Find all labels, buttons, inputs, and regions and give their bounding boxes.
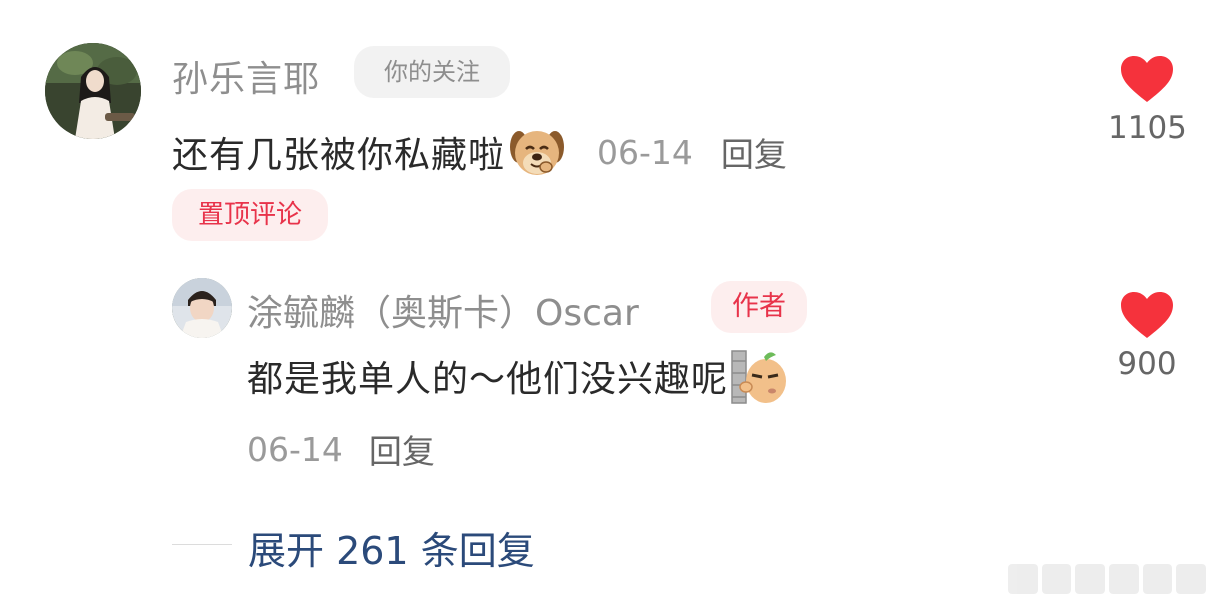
expand-replies-button[interactable]: 展开 261 条回复 — [248, 520, 535, 575]
heart-icon — [1121, 56, 1173, 102]
like-button[interactable]: 1105 — [1108, 54, 1187, 146]
username[interactable]: 孙乐言耶 — [172, 50, 320, 102]
avatar[interactable] — [45, 43, 141, 139]
author-tag: 作者 — [711, 281, 807, 333]
reply-username[interactable]: 涂毓麟（奥斯卡）Oscar — [247, 284, 639, 336]
divider — [172, 544, 232, 545]
reply-button[interactable]: 回复 — [721, 128, 787, 176]
reply-like-button[interactable]: 900 — [1108, 290, 1186, 382]
follow-tag: 你的关注 — [354, 46, 510, 98]
reply-comment-line: 都是我单人的～他们没兴趣呢 — [247, 346, 788, 406]
peeking-potato-emoji — [730, 347, 788, 405]
reply-meta-line: 06-14 回复 — [247, 424, 435, 474]
reply-date: 06-14 — [247, 429, 343, 469]
pinned-tag: 置顶评论 — [172, 189, 328, 241]
comment-line: 还有几张被你私藏啦 06-14 回复 — [172, 122, 787, 182]
dog-emoji — [507, 123, 567, 181]
comment-text: 还有几张被你私藏啦 — [172, 135, 506, 176]
avatar-image — [45, 43, 141, 139]
reply-avatar[interactable] — [172, 278, 232, 338]
avatar-image — [172, 278, 232, 338]
reply-reply-button[interactable]: 回复 — [369, 425, 435, 473]
comment-thread: 孙乐言耶 你的关注 还有几张被你私藏啦 06-14 回复 置顶评论 1105 涂… — [0, 0, 1220, 604]
comment-date: 06-14 — [597, 132, 693, 172]
heart-icon — [1121, 292, 1173, 338]
reply-like-count: 900 — [1117, 346, 1177, 382]
watermark — [1008, 564, 1207, 594]
like-count: 1105 — [1108, 110, 1187, 146]
reply-text: 都是我单人的～他们没兴趣呢 — [247, 359, 729, 400]
